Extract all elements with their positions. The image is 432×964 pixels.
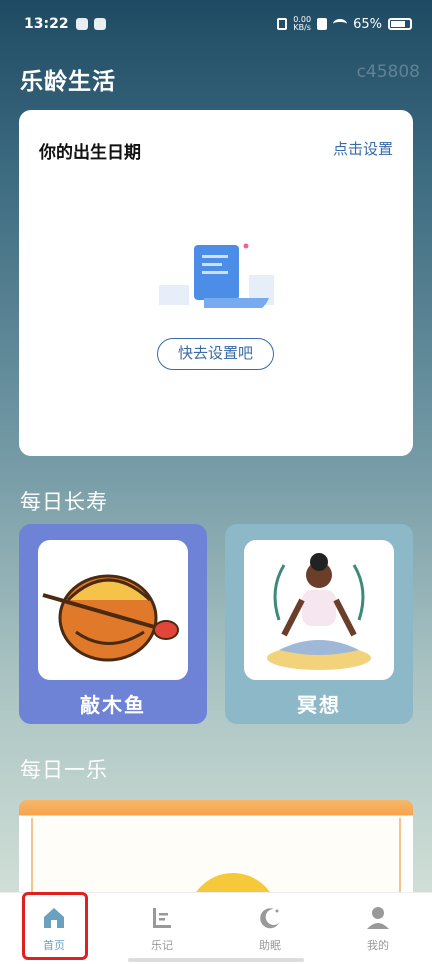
person-icon <box>367 907 389 929</box>
battery-icon <box>388 18 412 30</box>
chart-icon <box>153 908 171 928</box>
set-birth-date-link[interactable]: 点击设置 <box>333 138 393 159</box>
section-title-longevity: 每日长寿 <box>20 490 108 514</box>
moon-icon <box>260 908 279 929</box>
tab-sleep-label: 助眠 <box>259 939 281 952</box>
status-bar: 13:22 0.00 KB/s 65% <box>0 0 432 50</box>
vibrate-icon <box>277 18 288 30</box>
status-time: 13:22 <box>24 16 69 32</box>
document-illustration-icon <box>159 243 274 308</box>
wooden-fish-card[interactable]: 敲木鱼 <box>19 524 207 724</box>
birth-date-title: 你的出生日期 <box>39 143 141 163</box>
tab-mine[interactable]: 我的 <box>324 893 432 964</box>
tab-mine-label: 我的 <box>367 939 389 952</box>
tab-sleep[interactable]: 助眠 <box>216 893 324 964</box>
tab-notes-label: 乐记 <box>151 939 173 952</box>
status-right: 0.00 KB/s 65% <box>277 16 412 32</box>
wooden-fish-label: 敲木鱼 <box>80 693 146 717</box>
network-speed: 0.00 KB/s <box>293 16 311 32</box>
status-notification-icons <box>76 18 106 30</box>
meditation-icon <box>267 553 371 670</box>
sim-icon <box>317 18 328 30</box>
tab-notes[interactable]: 乐记 <box>108 893 216 964</box>
leaf-app-icon <box>76 18 88 30</box>
battery-percent: 65% <box>353 16 382 32</box>
user-id-watermark: c45808 <box>356 62 420 82</box>
wooden-fish-image <box>38 540 188 680</box>
section-title-daily-joy: 每日一乐 <box>20 758 108 782</box>
page-title: 乐龄生活 <box>20 69 116 95</box>
wifi-icon <box>333 19 348 29</box>
go-setup-button[interactable]: 快去设置吧 <box>157 338 274 370</box>
meditation-card[interactable]: 冥想 <box>225 524 413 724</box>
home-icon <box>44 908 64 928</box>
birth-date-card: 你的出生日期 点击设置 快去设置吧 <box>19 110 413 456</box>
message-app-icon <box>94 18 106 30</box>
tab-home-label: 首页 <box>43 939 65 952</box>
home-indicator[interactable] <box>128 958 304 962</box>
meditation-label: 冥想 <box>297 693 341 717</box>
meditation-image <box>244 540 394 680</box>
bottom-tab-bar: 首页 乐记 助眠 我的 <box>0 892 432 964</box>
tab-home[interactable]: 首页 <box>0 893 108 964</box>
network-speed-unit: KB/s <box>293 23 311 32</box>
wooden-fish-icon <box>42 574 179 662</box>
